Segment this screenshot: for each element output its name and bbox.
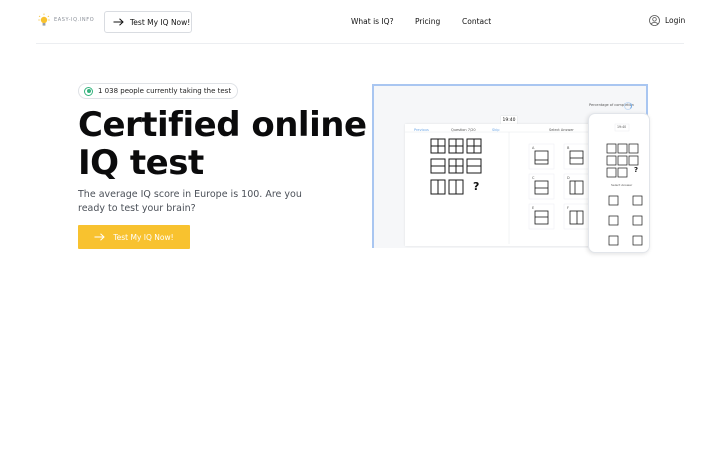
nav-contact[interactable]: Contact: [462, 17, 491, 26]
logo[interactable]: EASY-IQ.INFO: [38, 13, 94, 27]
header-test-button[interactable]: Test My IQ Now!: [104, 11, 192, 33]
preview-option-c: C: [532, 176, 535, 180]
preview-phone-timer: 19:40: [617, 125, 627, 129]
login-link[interactable]: Login: [649, 15, 685, 26]
lightbulb-icon: [38, 13, 50, 26]
preview-phone-select-answer: Select Answer: [611, 183, 633, 187]
page-title-line-2: IQ test: [78, 143, 204, 183]
preview-skip-label: Skip: [492, 128, 500, 132]
nav-pricing[interactable]: Pricing: [415, 17, 440, 26]
preview-progress-ring: [624, 102, 632, 110]
preview-option-a: A: [532, 146, 535, 150]
preview-select-answer-label: Select Answer: [549, 128, 574, 132]
live-status-icon: [84, 86, 93, 96]
preview-question-mark: ?: [473, 180, 480, 193]
preview-option-f: F: [567, 206, 570, 210]
live-users-text: 1 038 people currently taking the test: [98, 87, 232, 95]
preview-timer: 19:40: [501, 116, 517, 124]
hero-test-button-label: Test My IQ Now!: [113, 232, 174, 242]
page-title: Certified online IQ test: [78, 106, 378, 182]
preview-option-b: B: [567, 146, 570, 150]
arrow-right-icon: [113, 18, 124, 26]
arrow-right-icon: [94, 233, 106, 241]
login-label: Login: [665, 16, 686, 25]
nav-what-is-iq[interactable]: What is IQ?: [351, 17, 394, 26]
preview-previous-label: Previous: [414, 128, 429, 132]
preview-question-label: Question 7/20: [451, 128, 476, 132]
preview-phone: 19:40 ? Select Answer: [588, 113, 650, 253]
preview-option-d: D: [567, 176, 570, 180]
live-users-badge: 1 038 people currently taking the test: [78, 83, 239, 99]
preview-option-e: E: [532, 206, 535, 210]
preview-phone-question-mark: ?: [634, 166, 639, 174]
logo-text: EASY-IQ.INFO: [54, 17, 95, 23]
hero-subtitle: The average IQ score in Europe is 100. A…: [78, 189, 302, 214]
page-title-line-1: Certified online: [78, 105, 367, 145]
user-icon: [649, 15, 660, 26]
header-test-button-label: Test My IQ Now!: [130, 17, 191, 27]
hero-test-button[interactable]: Test My IQ Now!: [78, 225, 190, 249]
site-header: EASY-IQ.INFO Test My IQ Now! What is IQ?…: [0, 0, 720, 44]
header-divider: [36, 43, 684, 44]
